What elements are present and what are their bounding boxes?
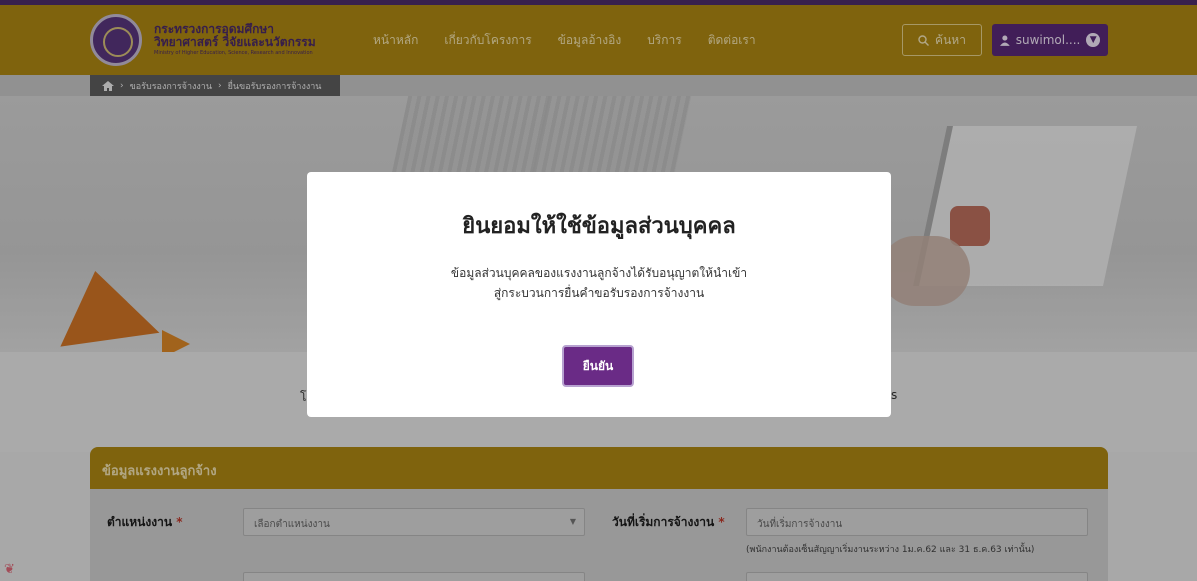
- confirm-button[interactable]: ยืนยัน: [562, 345, 634, 387]
- modal-body: ข้อมูลส่วนบุคคลของแรงงานลูกจ้างได้รับอนุ…: [307, 263, 891, 303]
- modal-title: ยินยอมให้ใช้ข้อมูลส่วนบุคคล: [462, 214, 736, 239]
- modal-body-line1: ข้อมูลส่วนบุคคลของแรงงานลูกจ้างได้รับอนุ…: [450, 266, 748, 280]
- modal-body-line2: สู่กระบวนการยื่นคำขอรับรองการจ้างงาน: [493, 286, 705, 300]
- consent-modal: ยินยอมให้ใช้ข้อมูลส่วนบุคคล ข้อมูลส่วนบุ…: [307, 172, 891, 417]
